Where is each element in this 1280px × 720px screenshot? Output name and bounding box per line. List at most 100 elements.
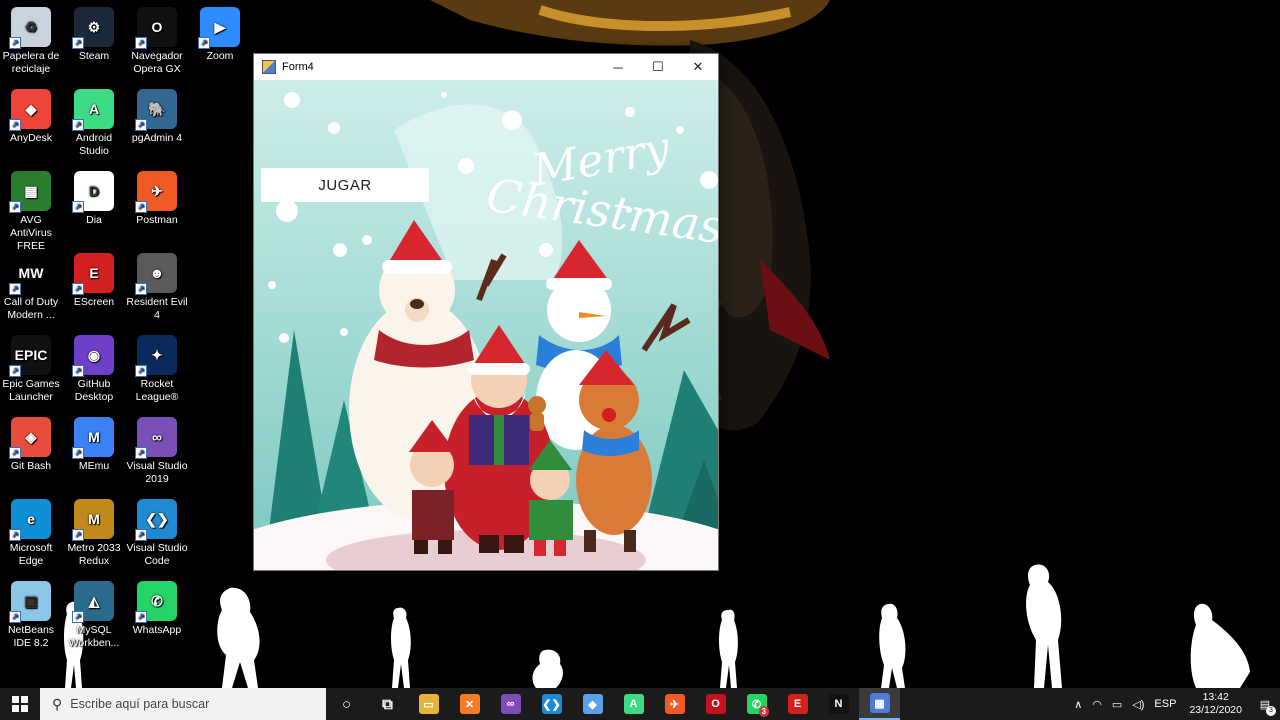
desktop-icon-label: Steam: [78, 50, 110, 62]
taskbar-button[interactable]: ▭: [408, 688, 449, 720]
window-title: Form4: [282, 61, 314, 73]
metro-icon: M ↗: [72, 499, 114, 541]
call-of-duty-icon: MW ↗: [9, 253, 51, 295]
zoom-icon: ▶ ↗: [198, 7, 240, 49]
desktop-icon-label: Microsoft Edge: [9, 542, 53, 567]
jugar-button[interactable]: JUGAR: [261, 168, 429, 202]
shortcut-arrow-icon: ↗: [135, 37, 147, 49]
desktop-icon-label: pgAdmin 4: [131, 132, 183, 144]
desktop-icon[interactable]: M ↗ MEmu: [62, 413, 126, 493]
xampp-icon: ✕: [459, 694, 480, 714]
desktop-icon[interactable]: ◉ ↗ GitHub Desktop: [62, 331, 126, 411]
shortcut-arrow-icon: ↗: [72, 37, 84, 49]
maximize-button[interactable]: ☐: [638, 54, 678, 80]
desktop-icon[interactable]: ☻ ↗ Resident Evil 4: [125, 249, 189, 329]
desktop-icon[interactable]: ▶ ↗ Zoom: [188, 3, 252, 83]
desktop-icon-label: Git Bash: [10, 460, 52, 472]
shortcut-arrow-icon: ↗: [72, 447, 84, 459]
taskbar-button[interactable]: N: [818, 688, 859, 720]
desktop-icon-label: Visual Studio Code: [126, 542, 188, 567]
desktop-icon[interactable]: ♻ ↗ Papelera de reciclaje: [0, 3, 63, 83]
desktop-icon[interactable]: ✦ ↗ Rocket League®: [125, 331, 189, 411]
netflix-icon: N: [828, 694, 849, 714]
taskbar-button[interactable]: ○: [326, 688, 367, 720]
shortcut-arrow-icon: ↗: [72, 283, 84, 295]
shortcut-arrow-icon: ↗: [9, 611, 21, 623]
opera-gx-taskbar-icon: O: [705, 694, 726, 714]
mysql-workbench-icon: ◭ ↗: [72, 581, 114, 623]
desktop-icon[interactable]: D ↗ Dia: [62, 167, 126, 247]
desktop-icon[interactable]: ◈ ↗ Git Bash: [0, 413, 63, 493]
shortcut-arrow-icon: ↗: [72, 365, 84, 377]
desktop-icon[interactable]: ▣ ↗ NetBeans IDE 8.2: [0, 577, 63, 657]
tray-chevron-icon[interactable]: ∧: [1069, 698, 1087, 711]
taskbar-button[interactable]: E: [777, 688, 818, 720]
recycle-bin-icon: ♻ ↗: [9, 7, 51, 49]
desktop-icon-label: AVG AntiVirus FREE: [10, 214, 52, 252]
desktop-icon[interactable]: ▦ ↗ AVG AntiVirus FREE: [0, 167, 63, 252]
desktop-icon[interactable]: ◆ ↗ AnyDesk: [0, 85, 63, 165]
taskbar-button[interactable]: ◆: [572, 688, 613, 720]
desktop-icon[interactable]: E ↗ EScreen: [62, 249, 126, 329]
desktop-icon[interactable]: ⚙ ↗ Steam: [62, 3, 126, 83]
visual-studio-icon: ∞ ↗: [135, 417, 177, 459]
taskbar-app-list: ○ ⧉ ▭ ✕ ∞ ❮❯ ◆ A ✈ O ✆ 3 E N ▦: [326, 688, 900, 720]
desktop-icon[interactable]: MW ↗ Call of Duty Modern ...: [0, 249, 63, 329]
taskbar-button[interactable]: ✕: [449, 688, 490, 720]
taskbar-button[interactable]: O: [695, 688, 736, 720]
taskbar-button[interactable]: ❮❯: [531, 688, 572, 720]
desktop-icon[interactable]: ✆ ↗ WhatsApp: [125, 577, 189, 657]
taskbar-button[interactable]: ⧉: [367, 688, 408, 720]
taskbar-button[interactable]: ∞: [490, 688, 531, 720]
search-box[interactable]: ⚲ Escribe aquí para buscar: [40, 688, 326, 720]
taskbar-button[interactable]: ▦: [859, 688, 900, 720]
taskbar-button[interactable]: ✆ 3: [736, 688, 777, 720]
shortcut-arrow-icon: ↗: [135, 119, 147, 131]
window-titlebar[interactable]: Form4 ─ ☐ ✕: [254, 54, 718, 80]
language-indicator[interactable]: ESP: [1149, 698, 1181, 710]
whatsapp-icon: ✆ ↗: [135, 581, 177, 623]
memu-icon: M ↗: [72, 417, 114, 459]
vscode-taskbar-icon: ❮❯: [541, 694, 562, 714]
desktop-icon-label: Resident Evil 4: [126, 296, 188, 321]
shortcut-arrow-icon: ↗: [72, 611, 84, 623]
avg-icon: ▦ ↗: [9, 171, 51, 213]
start-button[interactable]: [0, 688, 40, 720]
form4-window[interactable]: Form4 ─ ☐ ✕ Merry Christmas JUGAR: [253, 53, 719, 571]
desktop-icon[interactable]: ◭ ↗ MySQL Workben...: [62, 577, 126, 657]
desktop-icon[interactable]: A ↗ Android Studio: [62, 85, 126, 165]
desktop-icon-label: Rocket League®: [135, 378, 179, 403]
clock[interactable]: 13:42 23/12/2020: [1181, 691, 1250, 717]
action-center-button[interactable]: ▤ 3: [1250, 688, 1280, 720]
taskbar-button[interactable]: ✈: [654, 688, 695, 720]
desktop-icon-label: AnyDesk: [9, 132, 52, 144]
desktop-icon[interactable]: ✈ ↗ Postman: [125, 167, 189, 247]
battery-icon[interactable]: ▭: [1107, 698, 1127, 711]
minimize-button[interactable]: ─: [598, 54, 638, 80]
desktop-icon[interactable]: EPIC ↗ Epic Games Launcher: [0, 331, 63, 411]
shortcut-arrow-icon: ↗: [135, 283, 147, 295]
network-icon[interactable]: ◠: [1087, 698, 1107, 711]
escreen-taskbar-icon: E: [787, 694, 808, 714]
close-button[interactable]: ✕: [678, 54, 718, 80]
shortcut-arrow-icon: ↗: [9, 283, 21, 295]
desktop-icon-label: Postman: [136, 214, 178, 226]
desktop-icon[interactable]: e ↗ Microsoft Edge: [0, 495, 63, 575]
desktop-icon[interactable]: M ↗ Metro 2033 Redux: [62, 495, 126, 575]
shortcut-arrow-icon: ↗: [198, 37, 210, 49]
desktop-icon-label: Zoom: [206, 50, 234, 62]
android-studio-icon: A ↗: [72, 89, 114, 131]
edge-icon: e ↗: [9, 499, 51, 541]
desktop-icon-label: Call of Duty Modern ...: [3, 296, 59, 321]
taskbar-button[interactable]: A: [613, 688, 654, 720]
desktop-icon[interactable]: O ↗ Navegador Opera GX: [125, 3, 189, 83]
shortcut-arrow-icon: ↗: [135, 201, 147, 213]
volume-icon[interactable]: ◁): [1127, 698, 1149, 711]
desktop-icon[interactable]: ❮❯ ↗ Visual Studio Code: [125, 495, 189, 575]
desktop-icon-label: Epic Games Launcher: [2, 378, 60, 403]
form-app-icon: [262, 60, 276, 74]
desktop-icon[interactable]: 🐘 ↗ pgAdmin 4: [125, 85, 189, 165]
github-desktop-icon: ◉ ↗: [72, 335, 114, 377]
desktop-icon[interactable]: ∞ ↗ Visual Studio 2019: [125, 413, 189, 493]
escreen-icon: E ↗: [72, 253, 114, 295]
